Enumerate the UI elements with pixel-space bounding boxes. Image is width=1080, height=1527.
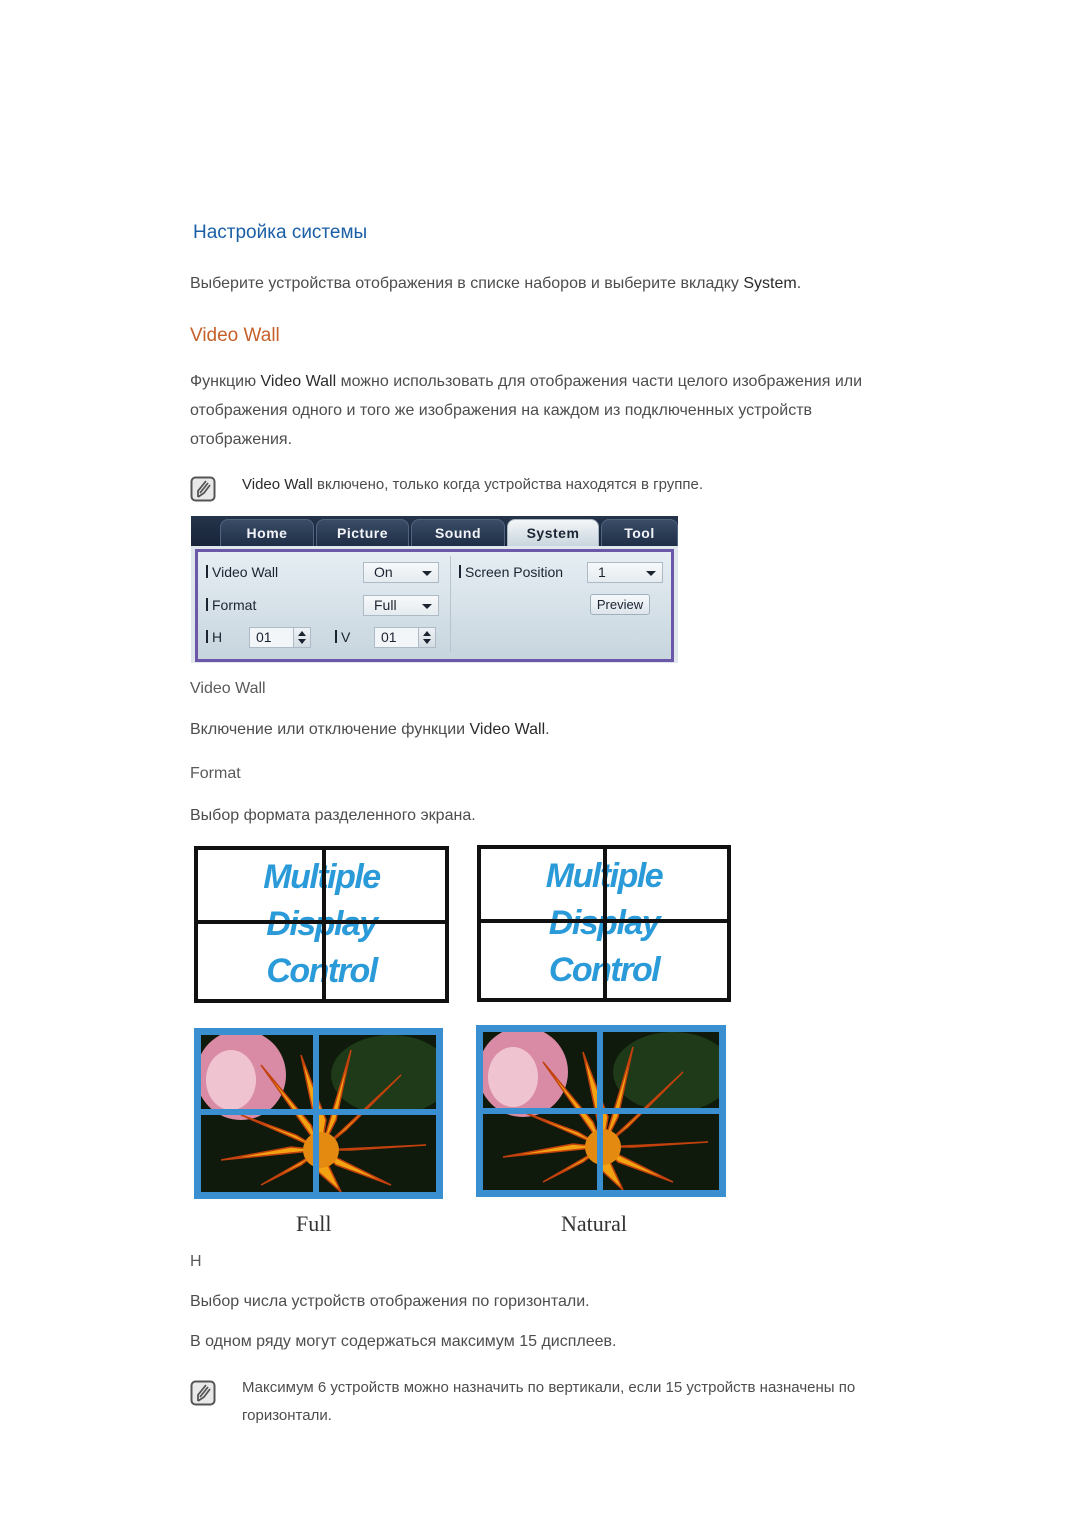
caption-natural: Natural <box>561 1211 627 1236</box>
panel-body: Video Wall On Format Full H 01 V 01 Scre… <box>195 549 674 662</box>
description: Функцию Video Wall можно использовать дл… <box>190 367 970 454</box>
note-2-line-1: Максимум 6 устройств можно назначить по … <box>242 1379 856 1396</box>
format-full-image <box>194 1028 443 1199</box>
format-full-text-illustration: Multiple Display Control <box>194 846 449 1003</box>
h-spinner[interactable]: 01 <box>249 627 311 648</box>
video-wall-value: On <box>374 564 393 580</box>
tab-tool[interactable]: Tool <box>601 519 678 546</box>
note-body: включено, только когда устройства находя… <box>312 476 704 493</box>
chevron-down-icon <box>422 604 432 609</box>
note-bold: Video Wall <box>242 476 313 493</box>
tab-system[interactable]: System <box>507 519 599 546</box>
video-wall-item-text: Включение или отключение функции Video W… <box>190 715 550 744</box>
desc-post: можно использовать для отображения части… <box>336 373 863 390</box>
video-wall-item-title: Video Wall <box>190 680 266 697</box>
h-item-title: H <box>190 1253 202 1270</box>
system-settings-panel: Home Picture Sound System Tool Video Wal… <box>191 516 678 663</box>
intro-text: Выберите устройства отображения в списке… <box>190 269 801 298</box>
intro-bold: System <box>743 275 797 292</box>
tab-sound[interactable]: Sound <box>411 519 505 546</box>
description-line-2: отображения одного и того же изображения… <box>190 402 813 419</box>
screen-position-label: Screen Position <box>459 564 563 580</box>
v-spinner[interactable]: 01 <box>374 627 436 648</box>
bezel-horizontal <box>198 920 445 924</box>
bezel-horizontal <box>481 919 727 923</box>
arrow-down-icon <box>298 639 306 644</box>
section-title: Video Wall <box>190 325 280 346</box>
bezel-horizontal <box>194 1109 443 1115</box>
note-2-line-2: горизонтали. <box>242 1407 332 1424</box>
screen-position-select[interactable]: 1 <box>587 562 663 583</box>
v-value: 01 <box>381 629 397 645</box>
format-item-title: Format <box>190 765 241 782</box>
intro-end: . <box>796 275 802 292</box>
tab-home[interactable]: Home <box>220 519 314 546</box>
v-spin-buttons[interactable] <box>418 627 436 648</box>
format-value: Full <box>374 597 397 613</box>
desc-bold: Video Wall <box>260 373 337 390</box>
arrow-down-icon <box>423 639 431 644</box>
tab-bar: Home Picture Sound System Tool <box>191 516 678 546</box>
panel-divider <box>450 556 451 652</box>
preview-button[interactable]: Preview <box>590 594 650 615</box>
format-natural-image <box>476 1025 726 1197</box>
caption-full: Full <box>296 1211 332 1236</box>
note-pencil-icon <box>190 476 216 502</box>
video-wall-select[interactable]: On <box>363 562 439 583</box>
page-title: Настройка системы <box>193 222 368 243</box>
video-wall-label: Video Wall <box>206 564 278 580</box>
chevron-down-icon <box>422 571 432 576</box>
intro-text-body: Выберите устройства отображения в списке… <box>190 275 744 292</box>
bezel-vertical <box>322 850 326 999</box>
h-spin-buttons[interactable] <box>293 627 311 648</box>
arrow-up-icon <box>423 631 431 636</box>
vw-bold: Video Wall <box>469 721 546 738</box>
chevron-down-icon <box>646 571 656 576</box>
description-line-1: Функцию Video Wall можно использовать дл… <box>190 367 970 396</box>
format-item-text: Выбор формата разделенного экрана. <box>190 807 476 824</box>
format-select[interactable]: Full <box>363 595 439 616</box>
v-label: V <box>335 629 350 645</box>
h-value: 01 <box>256 629 272 645</box>
desc-pre: Функцию <box>190 373 261 390</box>
note-2-text: Максимум 6 устройств можно назначить по … <box>242 1374 962 1430</box>
h-label: H <box>206 629 222 645</box>
description-line-3: отображения. <box>190 431 293 448</box>
bezel-vertical <box>603 849 607 998</box>
format-natural-text-illustration: Multiple Display Control <box>477 845 731 1002</box>
note-pencil-icon <box>190 1380 216 1406</box>
format-label: Format <box>206 597 256 613</box>
vw-text: Включение или отключение функции <box>190 721 470 738</box>
bezel-horizontal <box>476 1108 726 1114</box>
h-item-text-1: Выбор числа устройств отображения по гор… <box>190 1293 590 1310</box>
arrow-up-icon <box>298 631 306 636</box>
tab-picture[interactable]: Picture <box>316 519 409 546</box>
note-text: Video Wall включено, только когда устрой… <box>242 471 703 499</box>
screen-position-value: 1 <box>598 564 606 580</box>
h-item-text-2: В одном ряду могут содержаться максимум … <box>190 1333 617 1350</box>
vw-end: . <box>545 721 550 738</box>
